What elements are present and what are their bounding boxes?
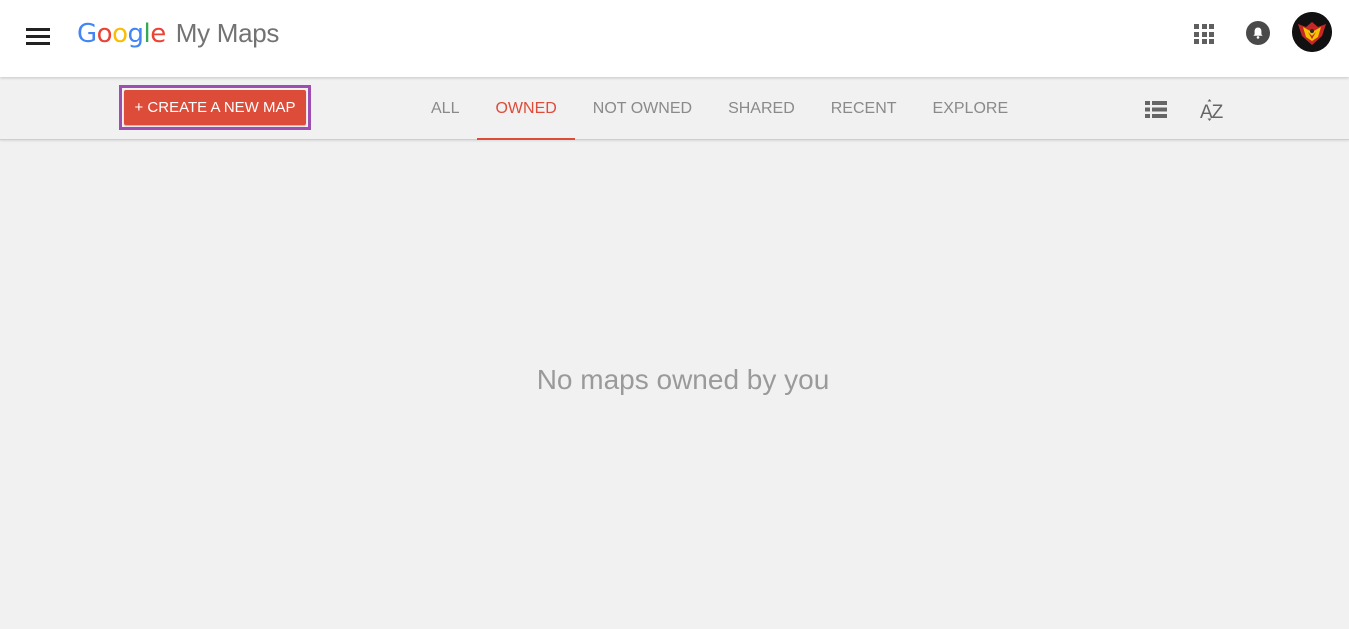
product-name: My Maps [175, 18, 280, 48]
empty-state-message: No maps owned by you [536, 364, 830, 395]
tab-recent[interactable]: RECENT [813, 77, 915, 140]
create-map-highlight: + CREATE A NEW MAP [119, 85, 311, 130]
tab-owned[interactable]: OWNED [477, 77, 576, 140]
create-new-map-button[interactable]: + CREATE A NEW MAP [124, 90, 306, 125]
logo-letter: g [127, 19, 145, 49]
account-avatar[interactable] [1292, 12, 1332, 52]
notifications-bell-icon[interactable] [1246, 21, 1270, 45]
logo-letter: e [150, 19, 166, 49]
tab-explore[interactable]: EXPLORE [915, 77, 1027, 140]
app-header: Google My Maps [0, 0, 1349, 77]
tab-shared[interactable]: SHARED [710, 77, 813, 140]
apps-grid-icon[interactable] [1194, 24, 1214, 44]
logo-letter: G [77, 19, 97, 49]
logo-letter: o [96, 19, 113, 49]
tab-all[interactable]: ALL [413, 77, 477, 140]
sort-az-label: AZ [1200, 102, 1224, 123]
logo-letter: o [112, 19, 128, 49]
filter-tabs: ALL OWNED NOT OWNED SHARED RECENT EXPLOR… [413, 77, 1026, 140]
list-view-icon[interactable] [1145, 101, 1167, 118]
map-toolbar: + CREATE A NEW MAP ALL OWNED NOT OWNED S… [0, 77, 1349, 140]
google-wordmark: Google [77, 19, 166, 49]
tab-not-owned[interactable]: NOT OWNED [575, 77, 710, 140]
sort-az-icon[interactable]: AZ [1199, 97, 1227, 123]
menu-icon[interactable] [26, 28, 50, 46]
google-my-maps-logo[interactable]: Google My Maps [77, 18, 279, 56]
